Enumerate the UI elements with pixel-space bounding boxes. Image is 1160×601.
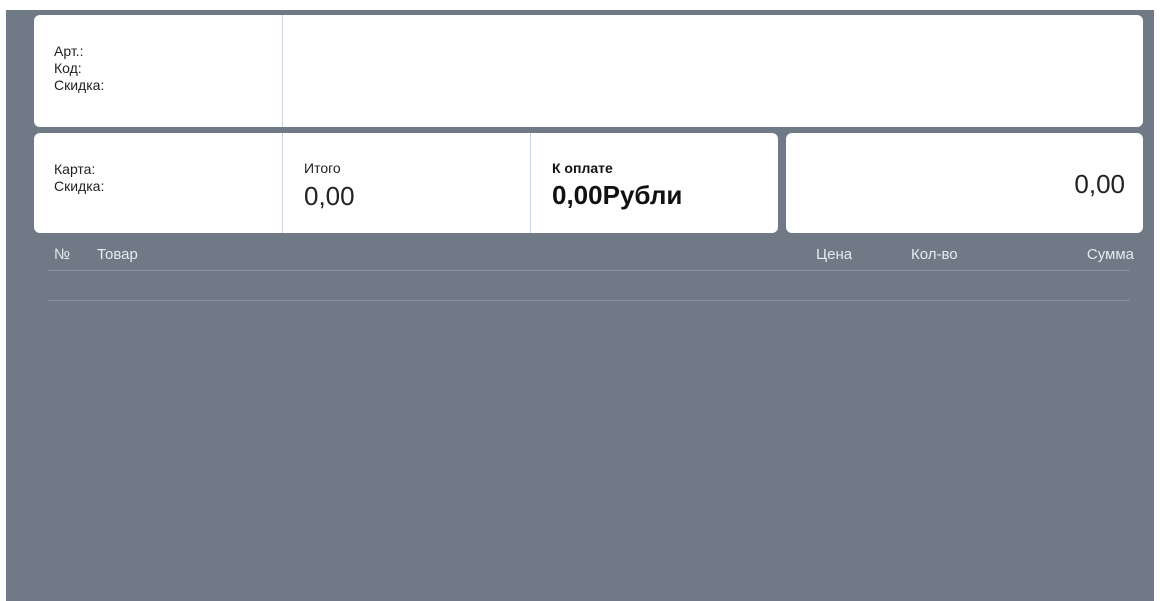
totals-divider bbox=[282, 133, 283, 233]
product-info-labels: Арт.: Код: Скидка: bbox=[54, 43, 104, 94]
items-table-header: № Товар Цена Кол-во Сумма bbox=[48, 244, 1134, 271]
pos-main-area: Арт.: Код: Скидка: Карта: Скидка: Итого … bbox=[6, 10, 1154, 601]
total-label: Итого bbox=[304, 160, 341, 176]
totals-card: Карта: Скидка: Итого 0,00 К оплате 0,00Р… bbox=[34, 133, 778, 233]
to-pay-section: К оплате 0,00Рубли bbox=[552, 133, 772, 233]
table-row[interactable] bbox=[48, 270, 1130, 301]
card-discount-label: Скидка: bbox=[54, 178, 105, 194]
amount-display-card: 0,00 bbox=[786, 133, 1143, 233]
product-info-card: Арт.: Код: Скидка: bbox=[34, 15, 1143, 127]
totals-divider bbox=[530, 133, 531, 233]
article-label: Арт.: bbox=[54, 43, 84, 59]
column-number: № bbox=[54, 246, 71, 263]
column-product: Товар bbox=[97, 246, 138, 263]
to-pay-value: 0,00Рубли bbox=[552, 180, 683, 210]
product-display-area bbox=[283, 15, 1143, 127]
column-sum: Сумма bbox=[1086, 246, 1134, 263]
column-quantity: Кол-во bbox=[911, 246, 958, 263]
to-pay-label: К оплате bbox=[552, 160, 613, 176]
total-value: 0,00 bbox=[304, 181, 355, 211]
amount-value: 0,00 bbox=[1074, 169, 1125, 199]
product-discount-label: Скидка: bbox=[54, 77, 105, 93]
card-label: Карта: bbox=[54, 161, 96, 177]
code-label: Код: bbox=[54, 60, 82, 76]
column-price: Цена bbox=[816, 246, 853, 263]
card-info-section: Карта: Скидка: bbox=[54, 133, 274, 233]
total-section: Итого 0,00 bbox=[304, 133, 524, 233]
